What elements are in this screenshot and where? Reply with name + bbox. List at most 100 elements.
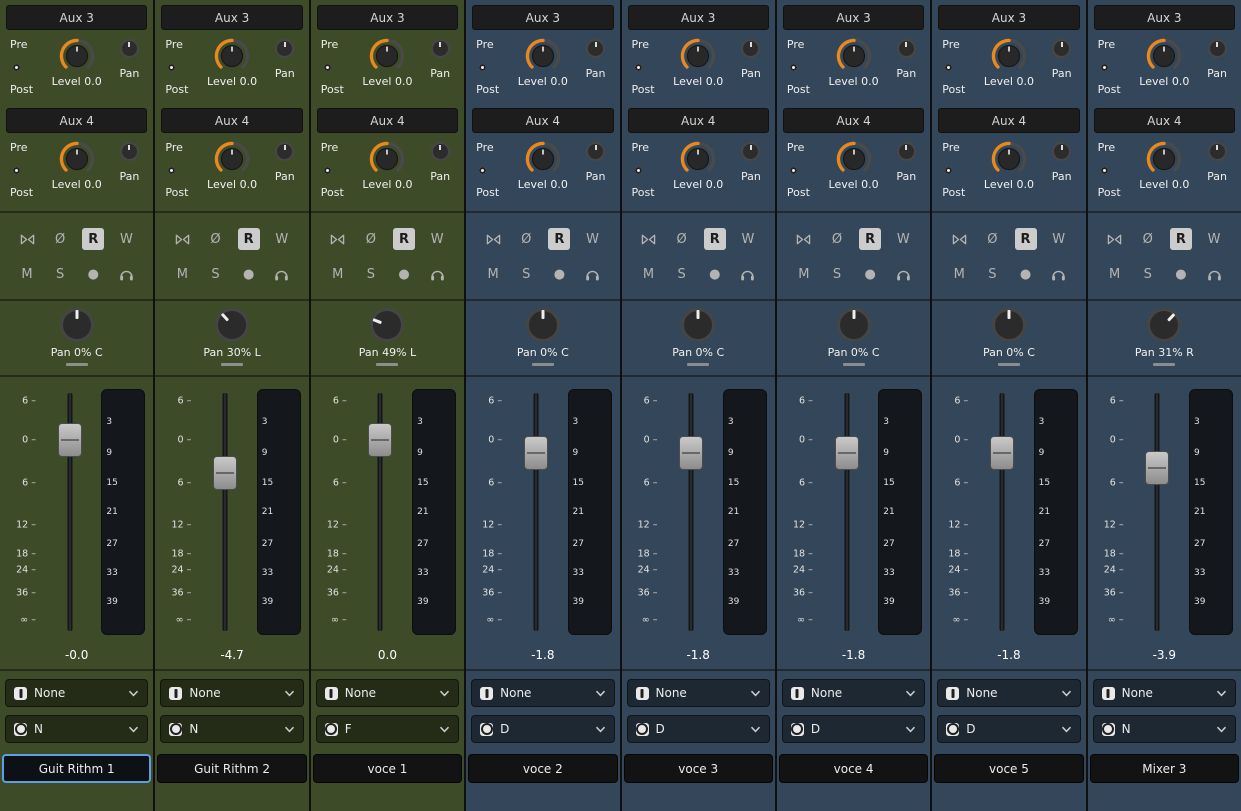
gain-value[interactable]: -1.8 bbox=[777, 641, 930, 669]
pre-post-radio-dot[interactable] bbox=[945, 64, 952, 71]
record-arm-button[interactable]: ● bbox=[1170, 263, 1192, 285]
pre-post-toggle[interactable]: Pre Post bbox=[163, 36, 197, 96]
fader-handle[interactable] bbox=[58, 423, 82, 457]
aux-pan-knob[interactable] bbox=[586, 142, 605, 161]
aux-level-knob[interactable] bbox=[523, 36, 563, 76]
record-arm-button[interactable]: ● bbox=[82, 263, 104, 285]
aux-pan-knob[interactable] bbox=[1208, 39, 1227, 58]
gain-value[interactable]: -4.7 bbox=[155, 641, 308, 669]
record-arm-button[interactable]: ● bbox=[238, 263, 260, 285]
polarity-invert-button[interactable]: Ø bbox=[981, 228, 1003, 250]
phase-button[interactable] bbox=[482, 228, 504, 250]
automation-write-button[interactable]: W bbox=[892, 228, 914, 250]
pre-post-toggle[interactable]: Pre Post bbox=[8, 36, 42, 96]
pan-width-indicator[interactable] bbox=[221, 363, 243, 366]
aux-send-name-button[interactable]: Aux 3 bbox=[161, 5, 302, 30]
fader-track[interactable] bbox=[689, 393, 694, 631]
input-selector[interactable]: None bbox=[160, 679, 303, 707]
aux-level-knob[interactable] bbox=[212, 139, 252, 179]
aux-pan-knob[interactable] bbox=[431, 142, 450, 161]
input-selector[interactable]: None bbox=[471, 679, 614, 707]
mute-button[interactable]: M bbox=[482, 263, 504, 285]
pre-post-radio-dot[interactable] bbox=[13, 64, 20, 71]
pre-post-toggle[interactable]: Pre Post bbox=[1096, 36, 1130, 96]
pre-post-toggle[interactable]: Pre Post bbox=[163, 139, 197, 199]
automation-read-button[interactable]: R bbox=[548, 228, 570, 250]
mute-button[interactable]: M bbox=[638, 263, 660, 285]
automation-read-button[interactable]: R bbox=[82, 228, 104, 250]
pan-width-indicator[interactable] bbox=[1153, 363, 1175, 366]
channel-name-button[interactable]: Guit Rithm 1 bbox=[2, 754, 151, 783]
polarity-invert-button[interactable]: Ø bbox=[205, 228, 227, 250]
channel-name-button[interactable]: voce 4 bbox=[779, 754, 928, 783]
pre-post-toggle[interactable]: Pre Post bbox=[1096, 139, 1130, 199]
pan-knob[interactable] bbox=[365, 303, 409, 347]
channel-name-button[interactable]: Guit Rithm 2 bbox=[157, 754, 306, 783]
aux-level-knob[interactable] bbox=[212, 36, 252, 76]
pre-post-toggle[interactable]: Pre Post bbox=[785, 139, 819, 199]
mute-button[interactable]: M bbox=[793, 263, 815, 285]
fader-track[interactable] bbox=[1155, 393, 1160, 631]
automation-read-button[interactable]: R bbox=[1015, 228, 1037, 250]
automation-write-button[interactable]: W bbox=[582, 228, 604, 250]
aux-send-name-button[interactable]: Aux 4 bbox=[938, 108, 1079, 133]
fader-track[interactable] bbox=[844, 393, 849, 631]
aux-pan-knob[interactable] bbox=[741, 142, 760, 161]
polarity-invert-button[interactable]: Ø bbox=[515, 228, 537, 250]
aux-pan-knob[interactable] bbox=[120, 142, 139, 161]
pre-post-toggle[interactable]: Pre Post bbox=[319, 139, 353, 199]
volume-fader[interactable] bbox=[504, 377, 567, 641]
pan-knob[interactable] bbox=[992, 308, 1026, 342]
aux-level-knob[interactable] bbox=[834, 36, 874, 76]
aux-level-knob[interactable] bbox=[678, 36, 718, 76]
polarity-invert-button[interactable]: Ø bbox=[671, 228, 693, 250]
pre-post-radio-dot[interactable] bbox=[168, 64, 175, 71]
phase-button[interactable] bbox=[948, 228, 970, 250]
pan-width-indicator[interactable] bbox=[843, 363, 865, 366]
aux-send-name-button[interactable]: Aux 4 bbox=[783, 108, 924, 133]
polarity-invert-button[interactable]: Ø bbox=[826, 228, 848, 250]
automation-write-button[interactable]: W bbox=[1048, 228, 1070, 250]
fader-handle[interactable] bbox=[368, 423, 392, 457]
aux-send-name-button[interactable]: Aux 4 bbox=[628, 108, 769, 133]
pan-knob[interactable] bbox=[837, 308, 871, 342]
pre-post-radio-dot[interactable] bbox=[790, 167, 797, 174]
aux-level-knob[interactable] bbox=[834, 139, 874, 179]
automation-read-button[interactable]: R bbox=[1170, 228, 1192, 250]
volume-fader[interactable] bbox=[349, 377, 412, 641]
aux-level-knob[interactable] bbox=[678, 139, 718, 179]
mute-button[interactable]: M bbox=[327, 263, 349, 285]
gain-value[interactable]: 0.0 bbox=[311, 641, 464, 669]
phase-button[interactable] bbox=[1104, 228, 1126, 250]
gain-value[interactable]: -0.0 bbox=[0, 641, 153, 669]
pre-post-radio-dot[interactable] bbox=[13, 167, 20, 174]
pan-knob[interactable] bbox=[526, 308, 560, 342]
channel-name-button[interactable]: Mixer 3 bbox=[1090, 754, 1239, 783]
fader-track[interactable] bbox=[999, 393, 1004, 631]
aux-pan-knob[interactable] bbox=[120, 39, 139, 58]
output-selector[interactable]: N bbox=[5, 715, 148, 743]
listen-button[interactable] bbox=[271, 263, 293, 285]
solo-button[interactable]: S bbox=[360, 263, 382, 285]
aux-pan-knob[interactable] bbox=[586, 39, 605, 58]
fader-track[interactable] bbox=[223, 393, 228, 631]
listen-button[interactable] bbox=[582, 263, 604, 285]
aux-send-name-button[interactable]: Aux 4 bbox=[161, 108, 302, 133]
automation-read-button[interactable]: R bbox=[238, 228, 260, 250]
aux-pan-knob[interactable] bbox=[431, 39, 450, 58]
record-arm-button[interactable]: ● bbox=[859, 263, 881, 285]
solo-button[interactable]: S bbox=[49, 263, 71, 285]
solo-button[interactable]: S bbox=[671, 263, 693, 285]
output-selector[interactable]: D bbox=[782, 715, 925, 743]
aux-send-name-button[interactable]: Aux 3 bbox=[628, 5, 769, 30]
aux-pan-knob[interactable] bbox=[275, 142, 294, 161]
aux-level-knob[interactable] bbox=[1144, 36, 1184, 76]
fader-handle[interactable] bbox=[213, 456, 237, 490]
aux-level-knob[interactable] bbox=[989, 139, 1029, 179]
pan-width-indicator[interactable] bbox=[376, 363, 398, 366]
aux-pan-knob[interactable] bbox=[1052, 39, 1071, 58]
pre-post-radio-dot[interactable] bbox=[635, 167, 642, 174]
pan-knob[interactable] bbox=[681, 308, 715, 342]
fader-handle[interactable] bbox=[679, 436, 703, 470]
output-selector[interactable]: F bbox=[316, 715, 459, 743]
